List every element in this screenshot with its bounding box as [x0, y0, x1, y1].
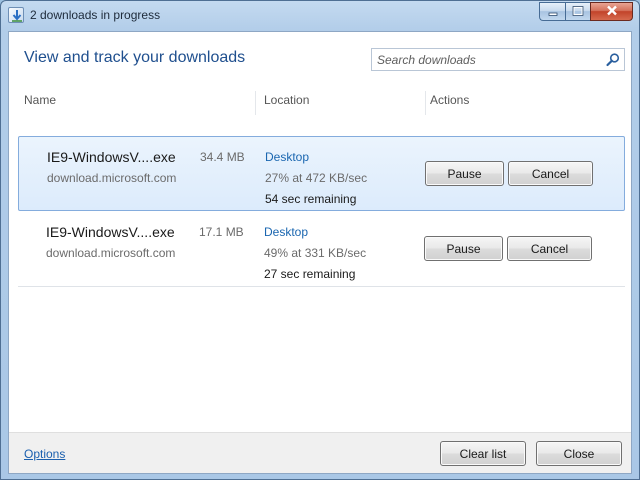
downloads-window: 2 downloads in progress View and track y…	[0, 0, 640, 480]
column-header-name[interactable]: Name	[24, 91, 256, 115]
download-progress-text: 27% at 472 KB/sec	[265, 171, 368, 185]
search-input[interactable]	[372, 49, 598, 70]
time-remaining: 27 sec remaining	[264, 267, 356, 281]
caption-buttons	[539, 2, 633, 21]
file-location-link[interactable]: Desktop	[265, 150, 309, 164]
pause-button[interactable]: Pause	[424, 236, 503, 261]
search-box[interactable]	[371, 48, 625, 71]
column-header-location-label: Location	[264, 93, 310, 107]
file-location-link[interactable]: Desktop	[264, 225, 308, 239]
pause-button[interactable]: Pause	[425, 161, 504, 186]
file-size: 17.1 MB	[199, 225, 244, 239]
column-header-name-label: Name	[24, 93, 57, 107]
search-icon[interactable]	[605, 52, 621, 68]
cancel-button[interactable]: Cancel	[507, 236, 592, 261]
maximize-icon	[572, 5, 584, 19]
file-name: IE9-WindowsV....exe	[47, 149, 176, 165]
download-row[interactable]: IE9-WindowsV....exe 17.1 MB download.mic…	[18, 212, 625, 287]
download-manager-icon	[8, 7, 24, 23]
file-name: IE9-WindowsV....exe	[46, 224, 175, 240]
minimize-icon	[548, 5, 558, 19]
column-header-location[interactable]: Location	[264, 91, 426, 115]
client-area: View and track your downloads Name Locat…	[8, 31, 632, 474]
minimize-button[interactable]	[539, 2, 565, 21]
clear-list-button[interactable]: Clear list	[440, 441, 526, 466]
column-header-actions[interactable]: Actions	[430, 91, 530, 115]
maximize-button[interactable]	[565, 2, 590, 21]
window-title: 2 downloads in progress	[30, 8, 161, 22]
time-remaining: 54 sec remaining	[265, 192, 357, 206]
cancel-button[interactable]: Cancel	[508, 161, 593, 186]
column-header-actions-label: Actions	[430, 93, 470, 107]
file-source: download.microsoft.com	[46, 246, 176, 260]
title-bar[interactable]: 2 downloads in progress	[1, 1, 639, 31]
close-window-button[interactable]	[590, 2, 633, 21]
download-row[interactable]: IE9-WindowsV....exe 34.4 MB download.mic…	[18, 136, 625, 211]
close-button[interactable]: Close	[536, 441, 622, 466]
file-size: 34.4 MB	[200, 150, 245, 164]
file-source: download.microsoft.com	[47, 171, 177, 185]
download-progress-text: 49% at 331 KB/sec	[264, 246, 367, 260]
page-title: View and track your downloads	[24, 49, 246, 66]
options-link[interactable]: Options	[24, 447, 65, 461]
footer-bar: Options Clear list Close	[9, 432, 631, 473]
close-icon	[606, 5, 618, 19]
